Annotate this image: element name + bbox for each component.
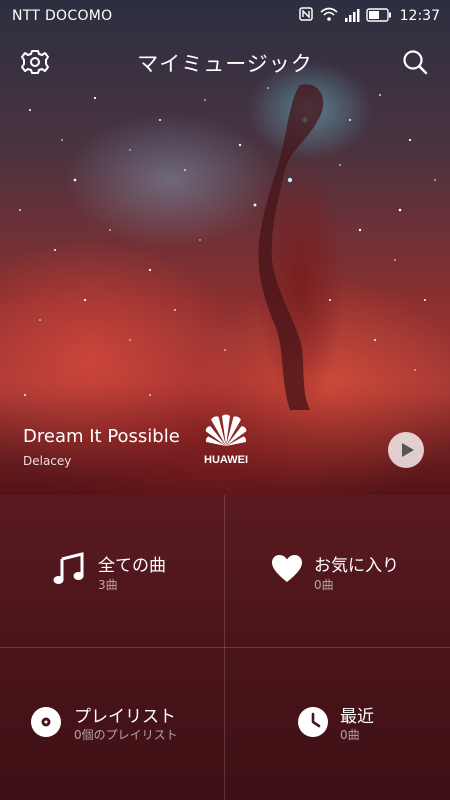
page-title: マイミュージック — [137, 52, 313, 76]
clock: 12:37 — [399, 8, 440, 24]
huawei-logo: HUAWEI — [194, 408, 258, 466]
brand-wordmark: HUAWEI — [204, 454, 248, 466]
playlists-count: 0個のプレイリスト — [74, 728, 178, 742]
music-app-screen: NTT DOCOMO 12:37 マイミュージック Dream It Possi… — [0, 0, 450, 800]
favorites-tile[interactable]: お気に入り 0曲 — [225, 495, 449, 647]
favorites-count: 0曲 — [314, 578, 334, 592]
recent-label: 最近 — [340, 707, 374, 727]
carrier-name: NTT DOCOMO — [12, 8, 113, 24]
heart-icon — [271, 554, 303, 588]
play-button[interactable] — [388, 432, 424, 468]
all-songs-count: 3曲 — [98, 578, 118, 592]
playlists-tile[interactable]: プレイリスト 0個のプレイリスト — [0, 648, 224, 800]
app-header: マイミュージック — [0, 38, 450, 84]
all-songs-tile[interactable]: 全ての曲 3曲 — [0, 495, 224, 647]
status-bar: NTT DOCOMO 12:37 — [0, 0, 450, 32]
disc-icon — [30, 706, 62, 742]
signal-icon — [344, 7, 360, 26]
recent-count: 0曲 — [340, 728, 360, 742]
recent-tile[interactable]: 最近 0曲 — [225, 648, 449, 800]
favorites-label: お気に入り — [314, 556, 399, 576]
now-playing-title[interactable]: Dream It Possible — [23, 426, 180, 447]
playlists-label: プレイリスト — [74, 707, 176, 727]
all-songs-label: 全ての曲 — [98, 556, 166, 576]
search-icon — [400, 50, 430, 81]
now-playing-artist: Delacey — [23, 454, 72, 468]
nfc-icon — [298, 6, 314, 26]
search-button[interactable] — [400, 47, 430, 77]
clock-icon — [297, 706, 329, 742]
battery-icon — [365, 7, 392, 26]
library-grid: 全ての曲 3曲 お気に入り 0曲 プレイリスト 0個のプレイリスト 最近 0曲 — [0, 495, 450, 800]
status-icons: 12:37 — [298, 6, 440, 26]
music-note-icon — [52, 551, 86, 589]
wifi-icon — [320, 6, 338, 26]
